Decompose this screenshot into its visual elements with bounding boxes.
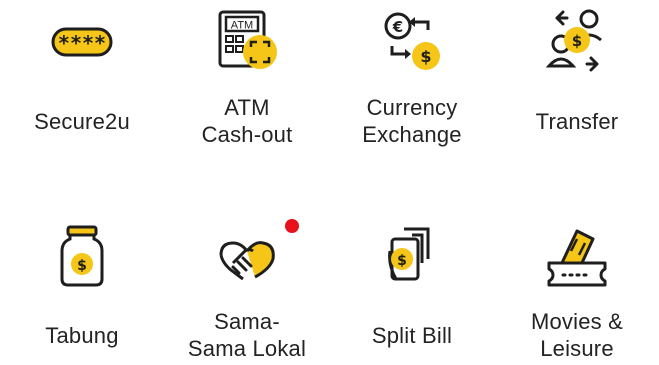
movies-leisure-label: Movies & Leisure xyxy=(530,309,624,361)
atm-cash-out-tile[interactable]: ATM ATM Cash-out xyxy=(165,0,329,182)
sama-sama-lokal-label: Sama- Sama Lokal xyxy=(187,309,307,361)
svg-text:€: € xyxy=(392,18,403,36)
currency-exchange-label: Currency Exchange xyxy=(362,95,462,147)
svg-text:ATM: ATM xyxy=(231,20,253,32)
movie-ticket-icon xyxy=(541,221,613,293)
transfer-tile[interactable]: $ Transfer xyxy=(495,0,659,182)
svg-text:$: $ xyxy=(572,32,582,50)
secure2u-tile[interactable]: **** Secure2u xyxy=(0,0,164,182)
currency-exchange-icon: € $ xyxy=(376,6,448,78)
sama-sama-lokal-tile[interactable]: Sama- Sama Lokal xyxy=(165,183,329,365)
atm-icon: ATM xyxy=(211,6,283,78)
atm-cash-out-label: ATM Cash-out xyxy=(201,95,293,147)
tabung-label: Tabung xyxy=(45,323,119,348)
secure2u-label: Secure2u xyxy=(34,109,130,134)
password-card-icon: **** xyxy=(46,6,118,78)
notification-dot xyxy=(285,219,299,233)
split-bill-tile[interactable]: $ Split Bill xyxy=(330,183,494,365)
svg-text:$: $ xyxy=(397,253,407,269)
svg-text:$: $ xyxy=(420,47,431,66)
quick-actions-grid: **** Secure2u ATM ATM Cash-out € $ Curre… xyxy=(0,0,659,365)
tabung-tile[interactable]: $ Tabung xyxy=(0,183,164,365)
handshake-icon xyxy=(211,221,283,293)
svg-text:$: $ xyxy=(77,258,87,274)
movies-leisure-tile[interactable]: Movies & Leisure xyxy=(495,183,659,365)
split-bill-icon: $ xyxy=(376,221,448,293)
currency-exchange-tile[interactable]: € $ Currency Exchange xyxy=(330,0,494,182)
transfer-label: Transfer xyxy=(535,109,619,134)
savings-jar-icon: $ xyxy=(46,221,118,293)
split-bill-label: Split Bill xyxy=(371,323,453,348)
transfer-icon: $ xyxy=(541,6,613,78)
svg-text:****: **** xyxy=(58,31,106,55)
